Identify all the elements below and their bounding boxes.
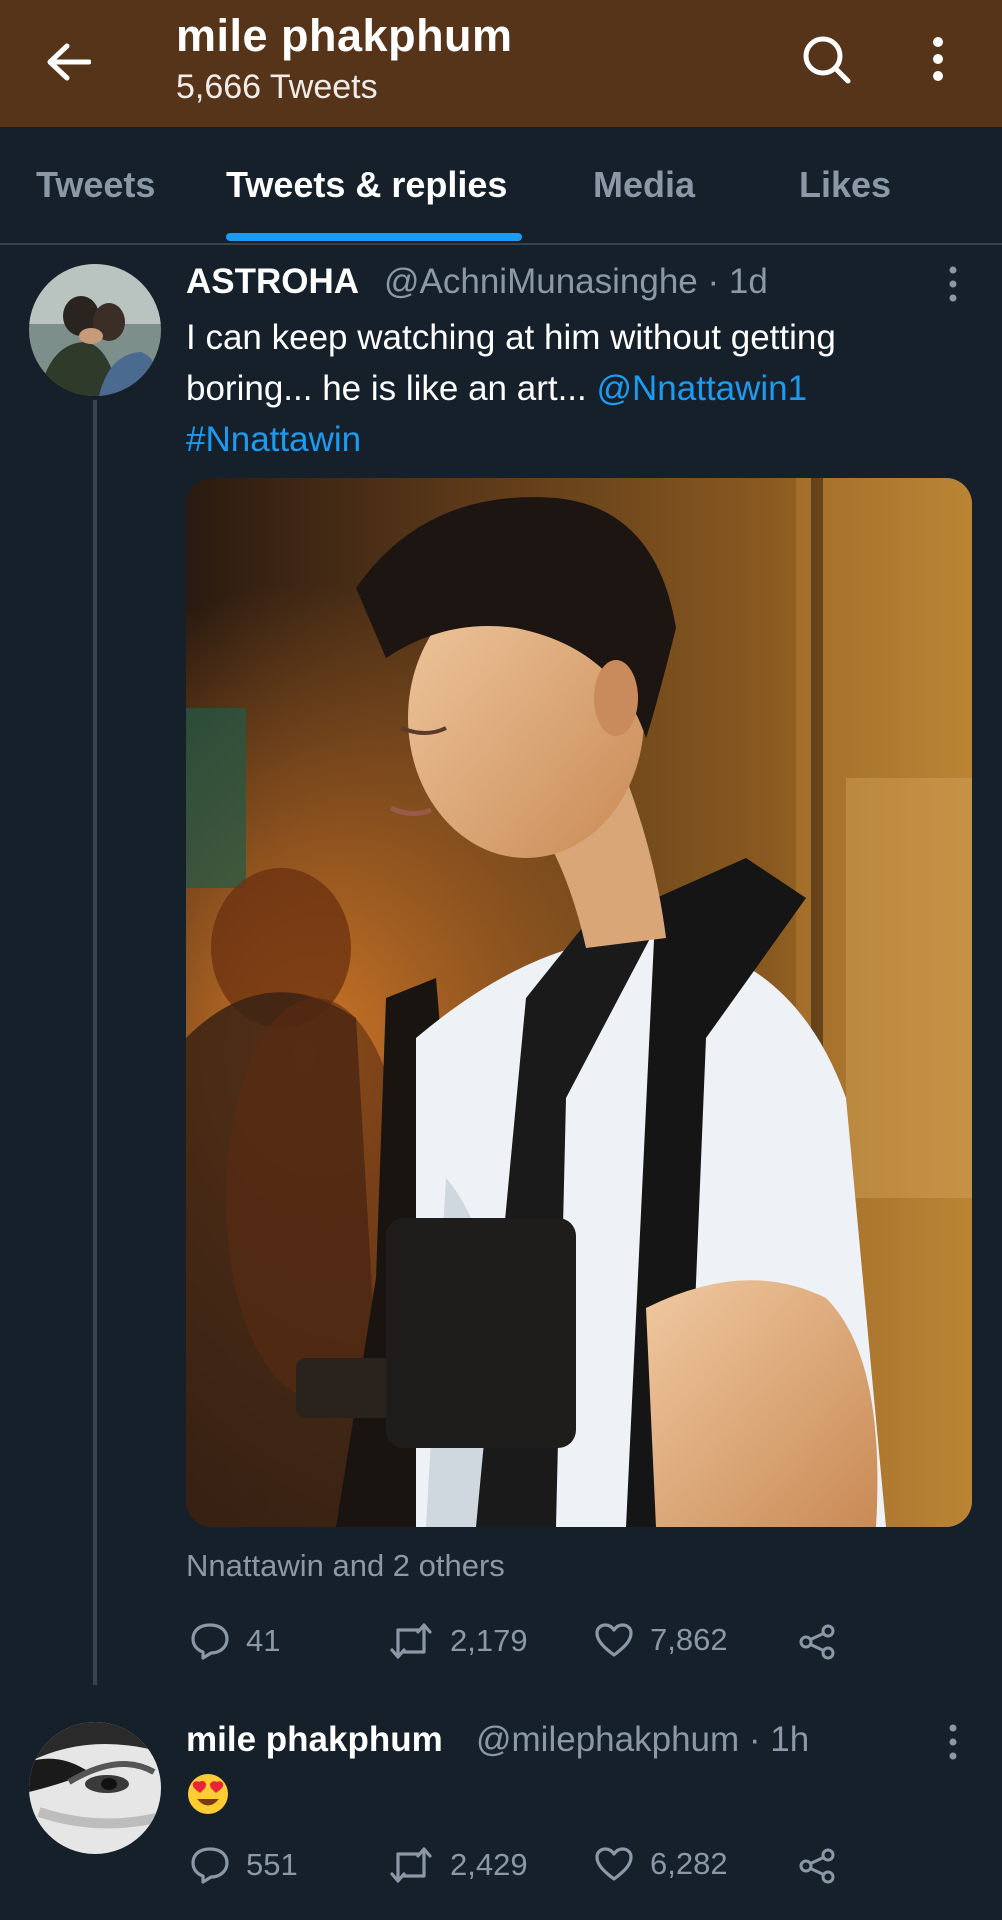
tweet-more-button[interactable] [938,261,968,307]
tweet-text-line: boring... he is like an art... [186,369,597,408]
like-count: 6,282 [650,1846,728,1881]
tweet-author-handle[interactable]: @milephakphum · 1h [476,1720,809,1760]
retweet-count: 2,429 [450,1847,528,1882]
page-title: mile phakphum [176,10,513,61]
heart-eyes-emoji: 😍 [186,1772,230,1816]
reply-button[interactable]: 41 [190,1622,280,1660]
tweet-text-line: I can keep watching at him without getti… [186,318,836,357]
retweet-button[interactable]: 2,179 [388,1622,528,1660]
retweet-count: 2,179 [450,1623,528,1658]
avatar-image [29,264,161,396]
more-vertical-icon [949,266,957,302]
tweet-photo [186,478,972,1527]
like-button[interactable]: 6,282 [594,1846,728,1882]
arrow-left-icon [47,43,91,81]
active-tab-indicator [226,233,522,241]
tweet-text: I can keep watching at him without getti… [186,312,966,465]
thread-line [93,400,97,1685]
search-button[interactable] [795,28,857,90]
back-button[interactable] [40,34,96,90]
share-button[interactable] [798,1848,836,1884]
reply-button[interactable]: 551 [190,1846,298,1884]
tweet-media-photo[interactable] [186,478,972,1527]
tweet-count: 5,666 Tweets [176,68,378,106]
mention-link[interactable]: @Nnattawin1 [596,369,807,408]
avatar-image [29,1722,161,1854]
like-button[interactable]: 7,862 [594,1622,728,1658]
avatar[interactable] [29,264,161,396]
share-icon [799,1624,835,1660]
tab-tweets[interactable]: Tweets [36,127,155,243]
tab-likes[interactable]: Likes [799,127,891,243]
share-icon [799,1848,835,1884]
tweet-author-name[interactable]: ASTROHA [186,262,359,302]
tagged-users[interactable]: Nnattawin and 2 others [186,1548,505,1584]
more-vertical-icon [949,1724,957,1760]
like-count: 7,862 [650,1622,728,1657]
more-vertical-icon [933,37,943,81]
reply-count: 41 [246,1623,281,1658]
profile-tabs: Tweets Tweets & replies Media Likes [0,127,1002,245]
tweet-more-button[interactable] [938,1719,968,1765]
hashtag-link[interactable]: #Nnattawin [186,420,361,459]
reply-icon [191,1847,229,1884]
reply-count: 551 [246,1847,298,1882]
tab-media[interactable]: Media [593,127,695,243]
retweet-icon [390,1623,432,1659]
heart-icon [595,1847,633,1881]
avatar[interactable] [29,1722,161,1854]
more-button[interactable] [918,28,958,90]
heart-eyes-emoji-icon [188,1774,228,1814]
profile-header: mile phakphum 5,666 Tweets [0,0,1002,127]
heart-icon [595,1623,633,1657]
share-button[interactable] [798,1624,836,1660]
reply-icon [191,1623,229,1660]
search-icon [803,36,851,84]
retweet-button[interactable]: 2,429 [388,1846,528,1884]
tab-tweets-replies[interactable]: Tweets & replies [226,127,507,243]
tweet-author-name[interactable]: mile phakphum [186,1720,443,1760]
tweet-author-handle[interactable]: @AchniMunasinghe · 1d [384,262,768,302]
retweet-icon [390,1847,432,1883]
